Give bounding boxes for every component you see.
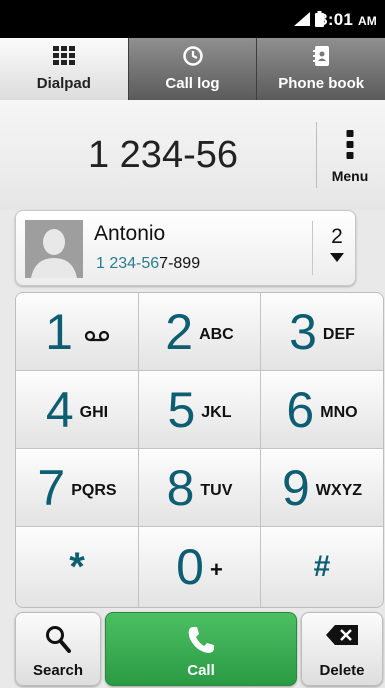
key-letters: WXYZ — [315, 481, 363, 499]
signal-icon — [294, 12, 310, 26]
status-time: 3:01 AM — [318, 10, 377, 30]
contact-number-match: 1 234-56 — [96, 255, 160, 272]
keypad: 1 2 ABC 3 DEF 4 GHI 5 JKL 6 MNO 7 PQRS 8… — [15, 292, 384, 608]
call-label: Call — [187, 662, 215, 679]
dialer-screen: 3:01 AM Dialpad Call log Phone book 1 23… — [0, 0, 385, 688]
key-5[interactable]: 5 JKL — [139, 371, 261, 449]
key-1[interactable]: 1 — [16, 293, 139, 371]
match-count-button[interactable]: 2 — [319, 225, 355, 275]
tab-bar: Dialpad Call log Phone book — [0, 38, 385, 100]
dialed-number[interactable]: 1 234-56 — [18, 122, 308, 188]
key-digit: 1 — [45, 303, 73, 360]
key-0[interactable]: 0 + — [139, 527, 261, 607]
contact-name: Antonio — [94, 222, 166, 245]
status-bar: 3:01 AM — [0, 0, 385, 38]
status-time-ampm: AM — [357, 14, 377, 28]
tab-phone-book-label: Phone book — [278, 75, 365, 92]
tab-phone-book[interactable]: Phone book — [257, 38, 385, 100]
key-digit: 3 — [289, 303, 317, 360]
key-letters: PQRS — [71, 481, 117, 499]
key-8[interactable]: 8 TUV — [139, 449, 261, 527]
search-button[interactable]: Search — [15, 612, 101, 686]
key-9[interactable]: 9 WXYZ — [261, 449, 383, 527]
key-letters: GHI — [79, 403, 109, 421]
key-digit: 6 — [286, 381, 315, 438]
key-2[interactable]: 2 ABC — [139, 293, 261, 371]
contact-suggestion[interactable]: Antonio 1 234-567-899 2 — [15, 210, 356, 286]
key-symbol: # — [313, 550, 331, 583]
tab-dialpad-label: Dialpad — [36, 75, 91, 92]
clock-icon — [182, 46, 203, 66]
voicemail-icon — [84, 330, 109, 341]
key-hash[interactable]: # — [261, 527, 383, 607]
key-letters: + — [209, 557, 223, 582]
person-silhouette-icon — [25, 220, 83, 278]
status-time-value: 3:01 — [318, 10, 353, 29]
key-digit: 0 — [176, 539, 204, 595]
key-digit: 8 — [166, 459, 195, 516]
search-label: Search — [32, 662, 84, 679]
delete-label: Delete — [319, 662, 365, 679]
caret-down-icon — [330, 253, 344, 262]
menu-label: Menu — [331, 168, 369, 184]
menu-dots-icon — [346, 130, 354, 163]
delete-button[interactable]: Delete — [301, 612, 383, 686]
key-digit: 7 — [37, 459, 66, 516]
phone-handset-icon — [188, 627, 214, 653]
count-divider — [312, 221, 313, 275]
key-digit: 5 — [167, 381, 196, 438]
dialpad-grid-icon — [52, 46, 75, 65]
contact-number: 1 234-567-899 — [96, 255, 200, 273]
match-count: 2 — [331, 225, 343, 248]
avatar — [25, 220, 83, 278]
tab-call-log[interactable]: Call log — [128, 38, 258, 100]
menu-button[interactable]: Menu — [320, 122, 380, 188]
tab-call-log-label: Call log — [165, 75, 220, 92]
key-3[interactable]: 3 DEF — [261, 293, 383, 371]
backspace-icon — [326, 625, 358, 645]
key-letters: JKL — [201, 403, 232, 421]
key-7[interactable]: 7 PQRS — [16, 449, 139, 527]
key-letters: ABC — [199, 325, 234, 343]
phonebook-icon — [313, 46, 330, 66]
menu-divider — [316, 122, 317, 188]
search-icon — [46, 626, 71, 653]
key-6[interactable]: 6 MNO — [261, 371, 383, 449]
call-button[interactable]: Call — [105, 612, 297, 686]
key-letters: DEF — [322, 325, 355, 343]
key-digit: 9 — [281, 459, 310, 516]
contact-number-rest: 7-899 — [159, 255, 201, 272]
tab-dialpad[interactable]: Dialpad — [0, 38, 129, 100]
key-symbol: * — [69, 544, 85, 589]
key-4[interactable]: 4 GHI — [16, 371, 139, 449]
key-digit: 4 — [45, 381, 74, 438]
key-star[interactable]: * — [16, 527, 139, 607]
number-display-panel: 1 234-56 Menu — [0, 100, 385, 210]
key-letters: MNO — [320, 403, 358, 421]
key-digit: 2 — [165, 303, 194, 360]
key-letters: TUV — [200, 481, 233, 499]
